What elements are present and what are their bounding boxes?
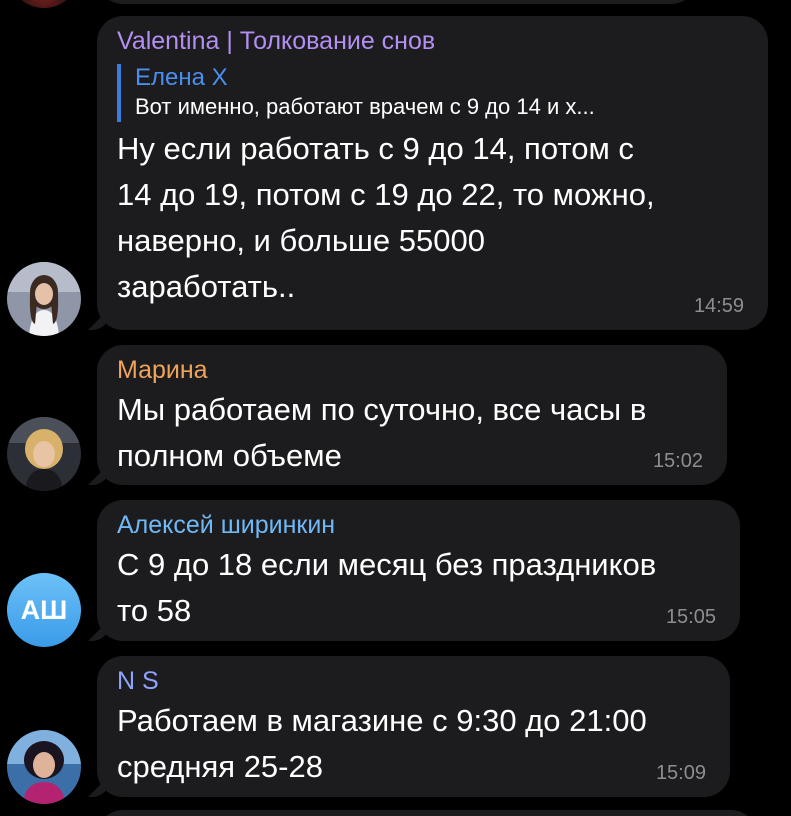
reply-author: Елена Х (135, 64, 228, 91)
user-photo-avatar[interactable] (7, 262, 81, 336)
message-bubble[interactable] (97, 0, 697, 4)
message-line: средняя 25-28 (117, 749, 323, 784)
message-timestamp: 15:02 (652, 450, 703, 472)
sender-name[interactable]: N S (117, 666, 708, 696)
message-line: 14 до 19, потом с 19 до 22, то можно, (117, 177, 655, 212)
message-text: С 9 до 18 если месяц без праздников то 5… (117, 542, 718, 634)
message-text: Ну если работать с 9 до 14, потом с 14 д… (117, 126, 746, 310)
message-line: Мы работаем по суточно, все часы в (117, 392, 647, 427)
message-timestamp: 15:09 (655, 762, 706, 784)
message-timestamp: 15:05 (665, 606, 716, 628)
message-line: наверно, и больше 55000 (117, 223, 485, 258)
message-timestamp: 14:59 (693, 295, 744, 317)
message-line: полном объеме (117, 438, 342, 473)
message-line: Ну если работать с 9 до 14, потом с (117, 131, 634, 166)
message-line: то 58 (117, 593, 192, 628)
sender-name[interactable]: Valentina | Толкование снов (117, 26, 746, 56)
reply-quote[interactable]: Елена Х Вот именно, работают врачем с 9 … (117, 64, 746, 122)
message-bubble[interactable]: Марина Мы работаем по суточно, все часы … (97, 345, 727, 485)
user-photo-avatar[interactable] (7, 730, 81, 804)
message-line: заработать.. (117, 269, 296, 304)
user-photo-avatar[interactable] (7, 417, 81, 491)
message-text: Работаем в магазине с 9:30 до 21:00 сред… (117, 698, 708, 790)
message-bubble[interactable]: Valentina | Толкование снов Елена Х Вот … (97, 16, 768, 330)
message-line: С 9 до 18 если месяц без праздников (117, 547, 657, 582)
message-line: Работаем в магазине с 9:30 до 21:00 (117, 703, 647, 738)
sender-name[interactable]: Алексей ширинкин (117, 510, 718, 540)
message-bubble[interactable]: Алексей ширинкин С 9 до 18 если месяц бе… (97, 500, 740, 641)
sender-name[interactable]: Марина (117, 355, 705, 385)
message-text: Мы работаем по суточно, все часы в полно… (117, 387, 705, 479)
message-bubble[interactable]: N S Работаем в магазине с 9:30 до 21:00 … (97, 656, 730, 797)
reply-text: Вот именно, работают врачем с 9 до 14 и … (135, 94, 595, 119)
message-bubble[interactable] (97, 810, 757, 816)
user-photo-avatar[interactable] (14, 0, 74, 8)
initials-avatar[interactable]: АШ (7, 573, 81, 647)
chat-view: Valentina | Толкование снов Елена Х Вот … (0, 0, 791, 816)
